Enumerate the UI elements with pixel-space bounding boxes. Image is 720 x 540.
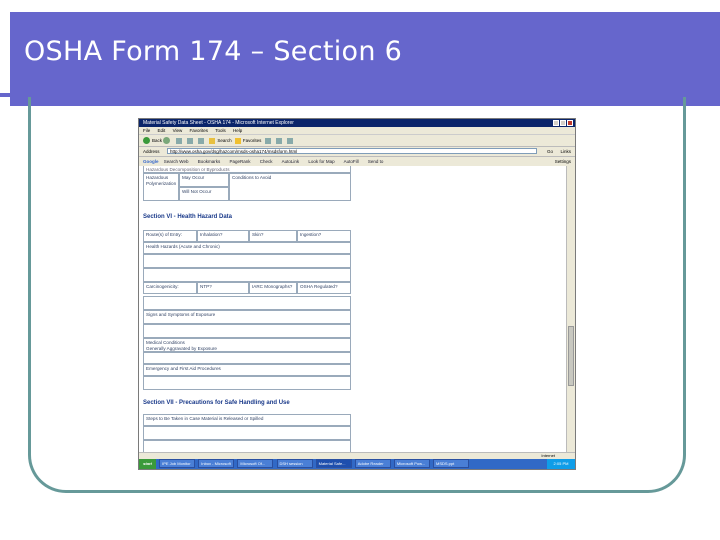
menu-view[interactable]: View bbox=[173, 128, 183, 133]
taskbar-item[interactable]: Microsoft Of... bbox=[237, 459, 274, 469]
menu-file[interactable]: File bbox=[143, 128, 150, 133]
browser-toolbar: Back Search Favorites bbox=[139, 135, 575, 147]
mail-icon[interactable] bbox=[275, 137, 282, 144]
google-bookmarks[interactable]: Bookmarks bbox=[198, 159, 221, 164]
back-icon[interactable] bbox=[143, 137, 150, 145]
spill-steps-field[interactable] bbox=[143, 426, 351, 440]
search-icon[interactable] bbox=[209, 137, 216, 144]
taskbar-item[interactable]: IPE Job Monitor bbox=[159, 459, 196, 469]
stop-icon[interactable] bbox=[175, 137, 182, 144]
menu-edit[interactable]: Edit bbox=[158, 128, 166, 133]
section-health-hazard-heading: Section VI - Health Hazard Data bbox=[143, 214, 233, 220]
menu-bar: File Edit View Favorites Tools Help bbox=[139, 127, 575, 135]
taskbar-item[interactable]: Adobe Reader bbox=[354, 459, 391, 469]
status-bar: Internet bbox=[139, 452, 575, 459]
browser-window-title: Material Safety Data Sheet - OSHA 174 - … bbox=[143, 120, 294, 126]
ntp-field[interactable]: NTP? bbox=[197, 282, 249, 294]
minimize-icon[interactable] bbox=[553, 120, 559, 126]
print-icon[interactable] bbox=[287, 137, 294, 144]
taskbar-item-active[interactable]: Material Safe... bbox=[315, 459, 352, 469]
start-button[interactable]: start bbox=[139, 459, 156, 469]
health-hazards-field[interactable] bbox=[143, 254, 351, 268]
vertical-scrollbar[interactable] bbox=[566, 166, 575, 457]
health-hazards-label: Health Hazards (Acute and Chronic) bbox=[143, 242, 351, 254]
slide-title: OSHA Form 174 – Section 6 bbox=[24, 36, 403, 67]
refresh-icon[interactable] bbox=[186, 137, 193, 144]
will-not-occur-field[interactable]: Will Not Occur bbox=[179, 187, 229, 201]
medical-conditions-field[interactable] bbox=[143, 352, 351, 364]
google-send-to[interactable]: Send to bbox=[368, 159, 384, 164]
ingestion-field[interactable]: Ingestion? bbox=[297, 230, 351, 242]
inhalation-field[interactable]: Inhalation? bbox=[197, 230, 249, 242]
browser-title-bar: Material Safety Data Sheet - OSHA 174 - … bbox=[139, 119, 575, 127]
signs-symptoms-field[interactable] bbox=[143, 296, 351, 310]
taskbar-item[interactable]: Microsoft Pow... bbox=[393, 459, 430, 469]
route-of-entry-label: Route(s) of Entry: bbox=[143, 230, 197, 242]
favorites-icon[interactable] bbox=[234, 137, 241, 144]
google-search-web[interactable]: Search Web bbox=[164, 159, 189, 164]
page-content: Hazardous Decomposition or Byproducts Ha… bbox=[139, 166, 567, 457]
google-pagerank[interactable]: PageRank bbox=[230, 159, 251, 164]
may-occur-field[interactable]: May Occur bbox=[179, 173, 229, 187]
medical-conditions-label: Medical Conditions Generally Aggravated … bbox=[143, 338, 351, 352]
go-button[interactable]: Go bbox=[547, 147, 553, 156]
google-settings[interactable]: Settings bbox=[555, 157, 571, 166]
google-autolink[interactable]: AutoLink bbox=[282, 159, 300, 164]
spill-steps-label: Steps to Be Taken in Case Material is Re… bbox=[143, 414, 351, 426]
forward-icon[interactable] bbox=[163, 137, 171, 145]
first-aid-label: Emergency and First Aid Procedures bbox=[143, 364, 351, 376]
google-look-for-map[interactable]: Look for Map bbox=[308, 159, 334, 164]
google-logo: Google bbox=[143, 159, 159, 164]
menu-help[interactable]: Help bbox=[233, 128, 242, 133]
back-label[interactable]: Back bbox=[152, 138, 162, 143]
google-check[interactable]: Check bbox=[260, 159, 273, 164]
taskbar-item[interactable]: Inbox - Microsoft bbox=[198, 459, 235, 469]
address-bar: Address http://www.osha.gov/dsg/hazcom/m… bbox=[139, 147, 575, 157]
home-icon[interactable] bbox=[198, 137, 205, 144]
section-safe-handling-heading: Section VII - Precautions for Safe Handl… bbox=[143, 400, 290, 406]
health-hazards-field-2[interactable] bbox=[143, 268, 351, 282]
google-autofill[interactable]: AutoFill bbox=[344, 159, 359, 164]
taskbar: start IPE Job Monitor Inbox - Microsoft … bbox=[139, 459, 575, 469]
menu-favorites[interactable]: Favorites bbox=[190, 128, 209, 133]
carcinogenicity-label: Carcinogenicity: bbox=[143, 282, 197, 294]
conditions-to-avoid-field[interactable]: Conditions to Avoid bbox=[229, 173, 351, 201]
iarc-field[interactable]: IARC Monographs? bbox=[249, 282, 297, 294]
scrollbar-thumb[interactable] bbox=[568, 326, 574, 386]
history-icon[interactable] bbox=[264, 137, 271, 144]
address-label: Address bbox=[143, 149, 160, 154]
links-button[interactable]: Links bbox=[560, 147, 571, 156]
maximize-icon[interactable] bbox=[560, 120, 566, 126]
first-aid-field[interactable] bbox=[143, 376, 351, 390]
taskbar-clock: 2:05 PM bbox=[547, 459, 575, 469]
form-row-partial: Hazardous Decomposition or Byproducts bbox=[143, 166, 351, 173]
signs-symptoms-label: Signs and Symptoms of Exposure bbox=[143, 310, 351, 324]
search-label[interactable]: Search bbox=[217, 138, 231, 143]
menu-tools[interactable]: Tools bbox=[215, 128, 226, 133]
favorites-label[interactable]: Favorites bbox=[243, 138, 262, 143]
osha-regulated-field[interactable]: OSHA Regulated? bbox=[297, 282, 351, 294]
polymerization-label: Hazardous Polymerization bbox=[143, 173, 179, 201]
address-input[interactable]: http://www.osha.gov/dsg/hazcom/msds-osha… bbox=[167, 148, 537, 154]
taskbar-item[interactable]: MSDS.ppt bbox=[433, 459, 469, 469]
taskbar-item[interactable]: DSH session bbox=[276, 459, 313, 469]
browser-screenshot: Material Safety Data Sheet - OSHA 174 - … bbox=[138, 118, 576, 470]
signs-symptoms-field-2[interactable] bbox=[143, 324, 351, 338]
close-icon[interactable] bbox=[567, 120, 573, 126]
skin-field[interactable]: Skin? bbox=[249, 230, 297, 242]
